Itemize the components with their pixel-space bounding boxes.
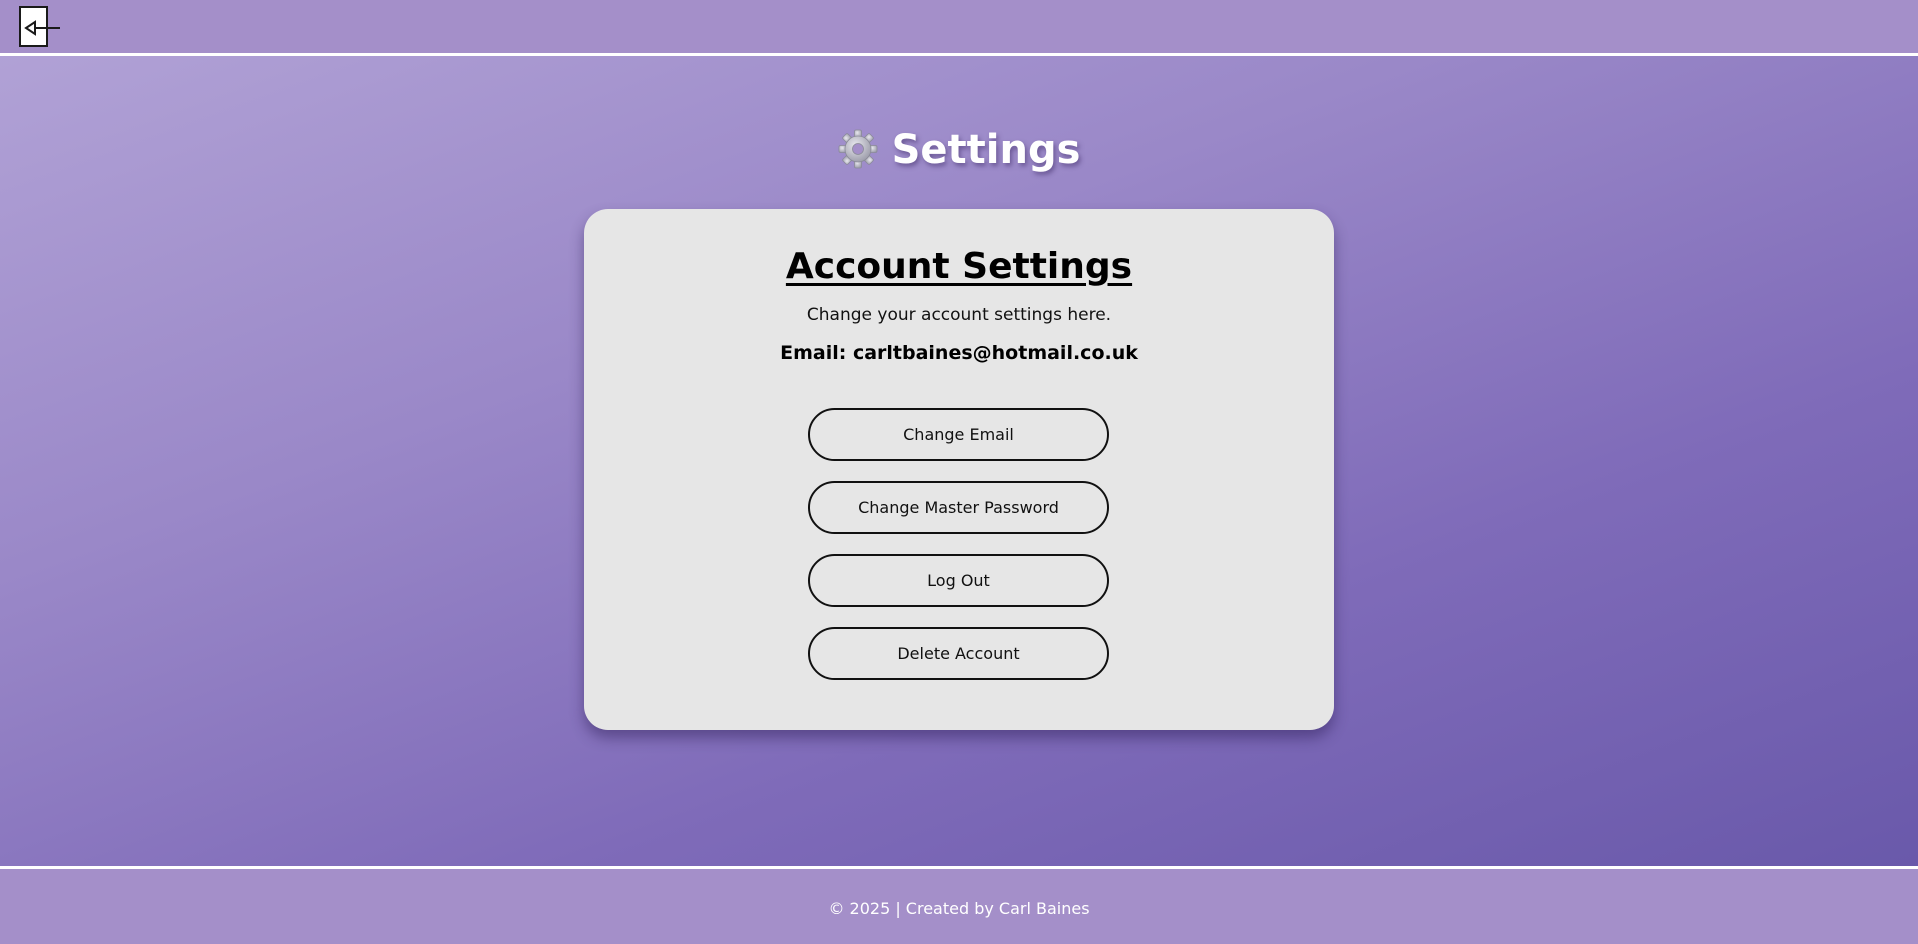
footer: © 2025 | Created by Carl Baines	[0, 866, 1918, 944]
page-title: Settings	[891, 127, 1081, 173]
change-master-password-button[interactable]: Change Master Password	[808, 481, 1109, 534]
account-email: Email: carltbaines@hotmail.co.uk	[780, 342, 1138, 364]
footer-credit: © 2025 | Created by Carl Baines	[828, 899, 1090, 918]
back-button[interactable]	[19, 6, 60, 47]
account-settings-card: Account Settings Change your account set…	[584, 209, 1334, 730]
delete-account-button[interactable]: Delete Account	[808, 627, 1109, 680]
card-subtitle: Change your account settings here.	[806, 305, 1112, 325]
page-title-row: Settings	[0, 122, 1918, 178]
back-arrow-icon	[24, 20, 60, 36]
change-email-button[interactable]: Change Email	[808, 408, 1109, 461]
log-out-button[interactable]: Log Out	[808, 554, 1109, 607]
card-title: Account Settings	[785, 246, 1133, 287]
top-bar	[0, 0, 1918, 56]
gear-icon	[838, 128, 878, 169]
